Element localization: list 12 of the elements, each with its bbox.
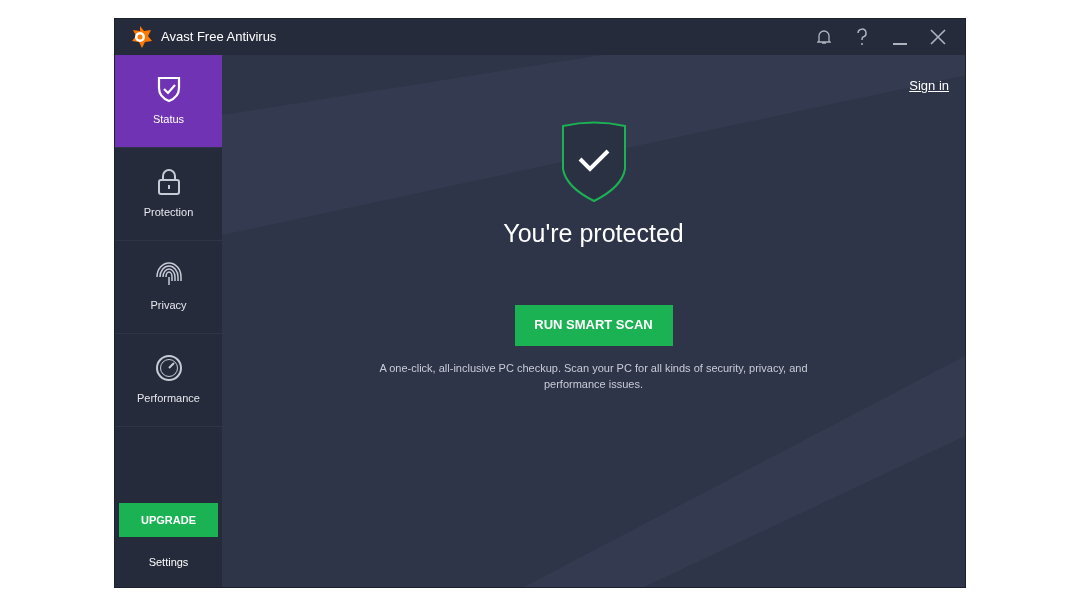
padlock-icon [156,167,181,196]
description-text: A one-click, all-inclusive PC checkup. Scan your PC for all kinds of security, privacy, and performance issues. [378,360,809,392]
shield-check-icon [155,74,182,103]
sidebar-item[interactable]: Performance [115,334,222,427]
shield-check-icon [559,121,628,203]
status-heading: You're protected [503,218,684,249]
sidebar-item[interactable]: Privacy [115,241,222,334]
sidebar-item[interactable]: Status [115,55,222,148]
sign-in-link[interactable]: Sign in [909,78,949,93]
speedometer-icon [154,353,183,382]
window-title: Avast Free Antivirus [161,28,277,47]
settings-button[interactable]: Settings [115,537,222,587]
